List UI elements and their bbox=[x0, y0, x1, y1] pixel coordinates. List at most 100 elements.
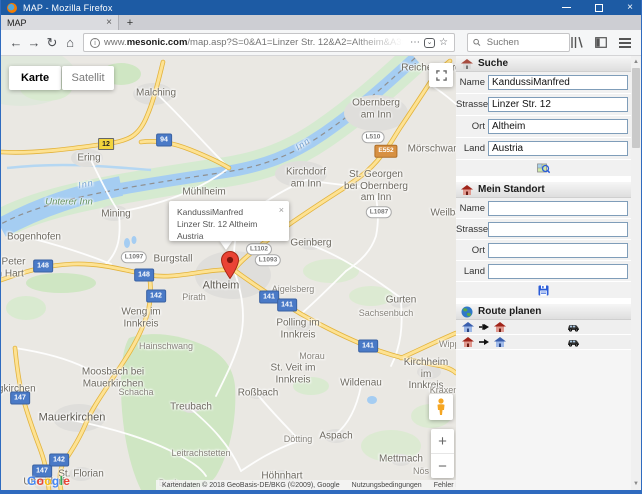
route-section-title: Route planen bbox=[478, 306, 541, 317]
road-shield: 141 bbox=[358, 340, 378, 353]
arrow-right-icon bbox=[479, 323, 489, 331]
tab-bar: MAP × + bbox=[1, 15, 641, 30]
maximize-button[interactable] bbox=[595, 4, 603, 12]
sidebar: Suche Name Strasse Ort Land bbox=[456, 56, 631, 490]
tab-close-icon[interactable]: × bbox=[106, 18, 112, 28]
fullscreen-button[interactable] bbox=[429, 63, 453, 87]
save-icon[interactable] bbox=[538, 285, 549, 296]
road-shield: L1097 bbox=[121, 251, 147, 263]
red-house-icon bbox=[461, 185, 473, 195]
location-street-row: Strasse bbox=[456, 219, 631, 240]
map-attribution: Kartendaten © 2018 GeoBasis-DE/BKG (©200… bbox=[156, 480, 456, 490]
my-location-section-header: Mein Standort bbox=[456, 182, 631, 198]
info-window-title: KandussiManfred bbox=[177, 207, 281, 219]
pegman-button[interactable] bbox=[429, 394, 453, 420]
search-street-row: Strasse bbox=[456, 94, 631, 116]
route-row-return[interactable] bbox=[456, 335, 631, 350]
location-city-label: Ort bbox=[456, 245, 488, 256]
route-row-outbound[interactable] bbox=[456, 320, 631, 335]
search-section-title: Suche bbox=[478, 58, 508, 69]
pegman-icon bbox=[435, 398, 447, 416]
firefox-window: MAP - Mozilla Firefox × MAP × + ← → ↻ ⌂ … bbox=[0, 0, 642, 494]
new-tab-button[interactable]: + bbox=[119, 15, 141, 30]
zoom-in-button[interactable]: + bbox=[431, 429, 454, 454]
road-shield: 142 bbox=[146, 290, 166, 303]
bookmark-star-icon[interactable]: ☆ bbox=[439, 37, 448, 48]
red-house-icon bbox=[462, 337, 474, 347]
search-name-row: Name bbox=[456, 72, 631, 94]
info-window: × KandussiManfred Linzer Str. 12 Altheim… bbox=[169, 201, 289, 241]
location-name-input[interactable] bbox=[488, 201, 628, 216]
search-section-header: Suche bbox=[456, 56, 631, 72]
fullscreen-icon bbox=[436, 70, 447, 81]
scrollbar-thumb[interactable] bbox=[632, 68, 640, 148]
road-shield: L1087 bbox=[366, 206, 392, 218]
pocket-icon[interactable]: ⌄ bbox=[424, 38, 435, 48]
firefox-icon bbox=[7, 3, 17, 13]
car-icon[interactable] bbox=[567, 323, 580, 332]
library-icon[interactable] bbox=[570, 37, 583, 48]
window-title: MAP - Mozilla Firefox bbox=[23, 3, 113, 13]
map-canvas[interactable]: MalchingEringObernberg am InnReichersber… bbox=[1, 56, 456, 490]
back-icon[interactable]: ← bbox=[7, 35, 25, 50]
attribution-report-link[interactable]: Fehler bei Google Maps melden bbox=[434, 482, 456, 489]
location-name-row: Name bbox=[456, 198, 631, 219]
close-button[interactable]: × bbox=[627, 4, 633, 12]
blue-house-icon bbox=[462, 322, 474, 332]
map-type-satellite-button[interactable]: Satellit bbox=[62, 66, 114, 90]
scroll-down-icon[interactable]: ▼ bbox=[631, 478, 641, 490]
map-search-submit-icon[interactable] bbox=[537, 162, 550, 174]
attribution-terms-link[interactable]: Nutzungsbedingungen bbox=[352, 482, 422, 489]
browser-search-bar[interactable] bbox=[467, 33, 570, 52]
title-bar: MAP - Mozilla Firefox × bbox=[1, 0, 641, 15]
search-icon bbox=[473, 38, 481, 47]
road-shield: L1102 bbox=[246, 243, 272, 255]
location-city-row: Ort bbox=[456, 240, 631, 261]
tab-map[interactable]: MAP × bbox=[1, 15, 119, 30]
location-country-input[interactable] bbox=[488, 264, 628, 279]
info-window-address: Linzer Str. 12 Altheim Austria bbox=[177, 219, 281, 243]
zoom-control: + − bbox=[431, 429, 454, 478]
search-country-row: Land bbox=[456, 138, 631, 160]
forward-icon[interactable]: → bbox=[25, 35, 43, 50]
map-type-map-button[interactable]: Karte bbox=[9, 66, 61, 90]
car-icon[interactable] bbox=[567, 338, 580, 347]
road-shield: 12 bbox=[98, 138, 114, 150]
location-street-input[interactable] bbox=[488, 222, 628, 237]
sidebar-toggle-icon[interactable] bbox=[595, 37, 607, 48]
search-street-input[interactable] bbox=[488, 97, 628, 112]
road-shield: 147 bbox=[10, 392, 30, 405]
tab-title: MAP bbox=[7, 18, 27, 28]
road-shield: L510 bbox=[362, 131, 385, 143]
menu-icon[interactable] bbox=[619, 38, 631, 48]
road-shield: 148 bbox=[33, 260, 53, 273]
url-bar[interactable]: i www.mesonic.com/map.asp?S=0&A1=Linzer … bbox=[83, 33, 455, 52]
search-city-label: Ort bbox=[456, 121, 488, 132]
road-shield: E552 bbox=[374, 145, 397, 158]
arrow-right-icon bbox=[479, 338, 489, 346]
reload-icon[interactable]: ↻ bbox=[43, 35, 61, 51]
road-shield: 141 bbox=[259, 291, 279, 304]
home-icon[interactable]: ⌂ bbox=[61, 35, 79, 50]
search-input[interactable] bbox=[485, 36, 564, 49]
info-window-close-icon[interactable]: × bbox=[279, 204, 284, 217]
attribution-copyright: Kartendaten © 2018 GeoBasis-DE/BKG (©200… bbox=[162, 482, 340, 489]
search-city-input[interactable] bbox=[488, 119, 628, 134]
page-actions-icon[interactable]: ⋯ bbox=[410, 37, 420, 48]
red-house-icon bbox=[494, 322, 506, 332]
road-shield: L1093 bbox=[255, 254, 281, 266]
location-city-input[interactable] bbox=[488, 243, 628, 258]
google-logo[interactable]: Google bbox=[27, 474, 70, 488]
search-country-input[interactable] bbox=[488, 141, 628, 156]
zoom-out-button[interactable]: − bbox=[431, 454, 454, 478]
scroll-up-icon[interactable]: ▲ bbox=[631, 56, 641, 68]
search-name-input[interactable] bbox=[488, 75, 628, 90]
globe-icon bbox=[461, 306, 473, 318]
location-country-label: Land bbox=[456, 266, 488, 277]
sidebar-filler bbox=[456, 350, 631, 490]
page-scrollbar[interactable]: ▲ ▼ bbox=[631, 56, 641, 490]
site-info-icon[interactable]: i bbox=[90, 38, 100, 48]
road-shield: 142 bbox=[49, 454, 69, 467]
map-marker-pin[interactable] bbox=[221, 251, 239, 284]
minimize-button[interactable] bbox=[562, 7, 571, 8]
